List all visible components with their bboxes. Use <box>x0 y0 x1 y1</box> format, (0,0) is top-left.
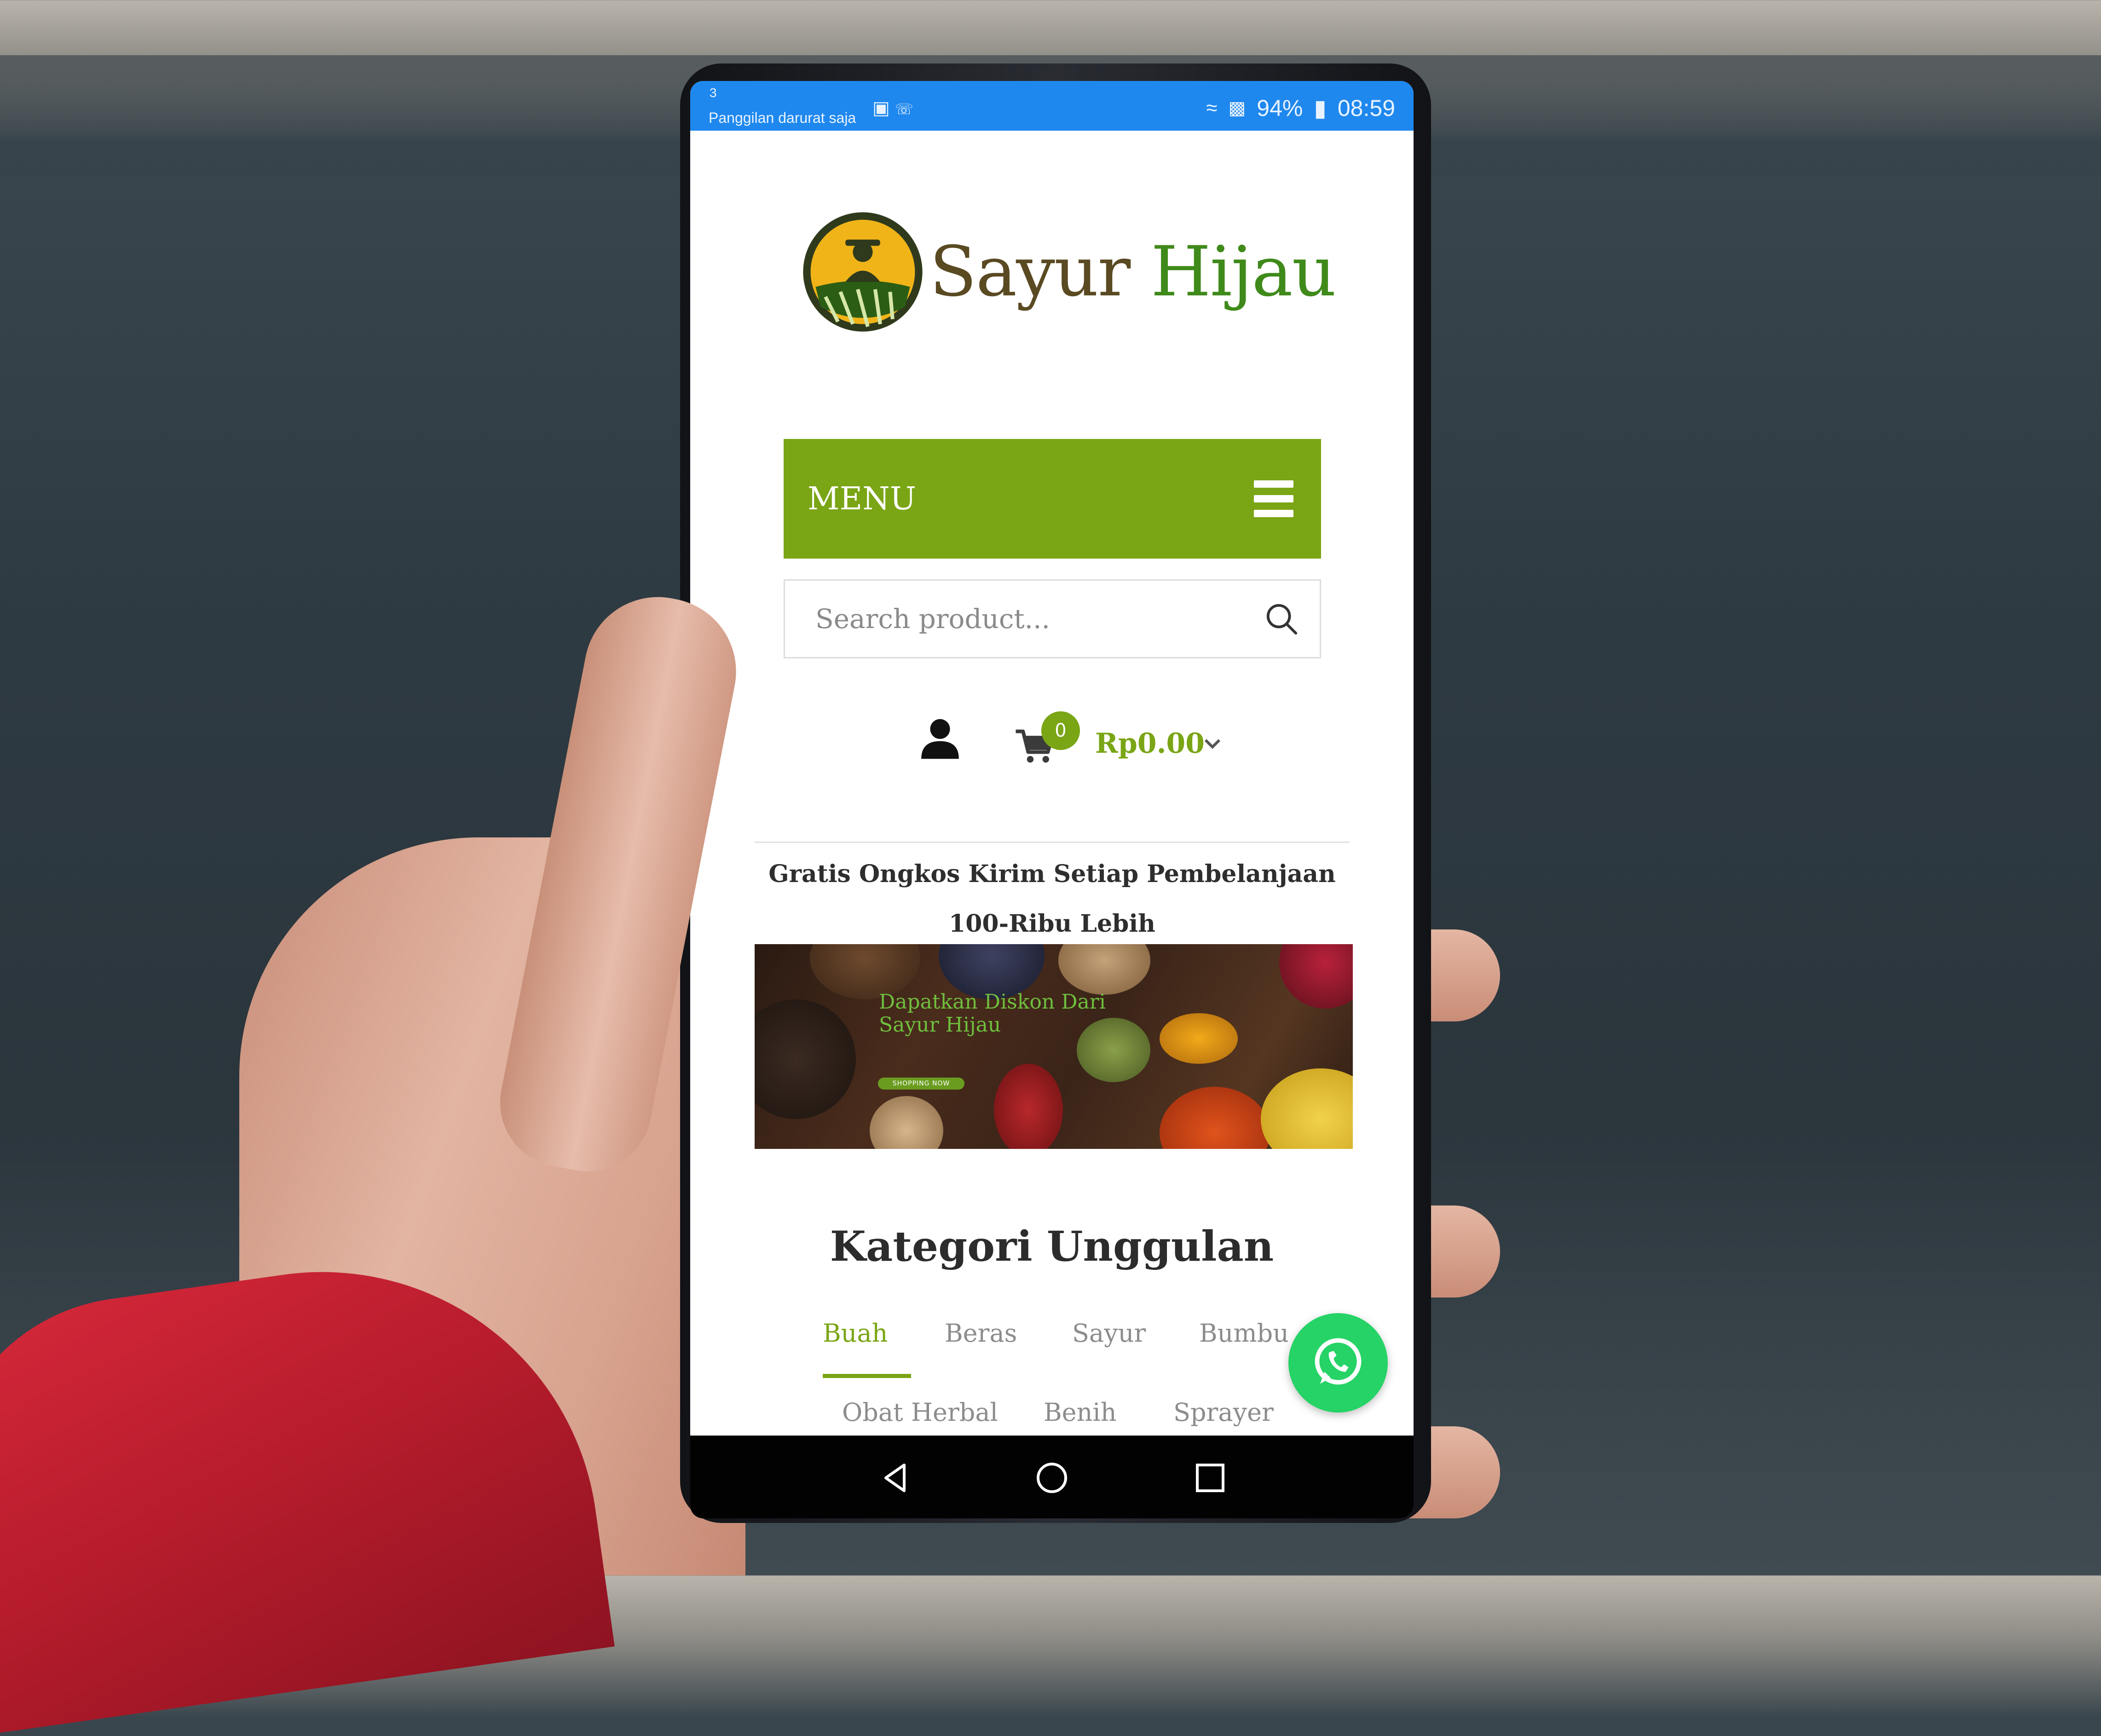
status-bar: 3 Panggilan darurat saja ▣ ☏ ≈ ▩ 94% ▮ 0… <box>690 81 1414 131</box>
user-icon[interactable] <box>918 716 962 762</box>
recents-icon[interactable] <box>1192 1459 1229 1496</box>
hamburger-icon <box>1254 480 1293 517</box>
laptop-icon: ▣ <box>872 98 890 118</box>
search-box[interactable]: Search product... <box>784 579 1321 658</box>
promo-text: Gratis Ongkos Kirim Setiap Pembelanjaan … <box>768 860 1336 938</box>
search-icon[interactable] <box>1264 601 1299 637</box>
carrier-text: Panggilan darurat saja <box>709 110 856 126</box>
call-icon: ☏ <box>895 101 913 117</box>
battery-icon: ▮ <box>1314 95 1327 121</box>
tab-sprayer[interactable]: Sprayer <box>1173 1398 1274 1427</box>
notification-icons: ▣ ☏ <box>872 98 913 119</box>
spice-bowl <box>1261 1068 1353 1149</box>
site-logo[interactable]: Sayur Hijau <box>801 210 1336 334</box>
banner-headline: Dapatkan Diskon Dari <box>879 990 1106 1014</box>
chevron-down-icon[interactable] <box>1201 732 1224 755</box>
tab-obat-herbal[interactable]: Obat Herbal <box>842 1398 998 1427</box>
cart-total[interactable]: Rp0.00 <box>1095 727 1205 760</box>
battery-percent: 94% <box>1257 95 1303 121</box>
promo-banner[interactable]: Dapatkan Diskon Dari Sayur Hijau SHOPPIN… <box>755 944 1353 1149</box>
farmer-badge-icon <box>803 212 923 332</box>
tab-benih[interactable]: Benih <box>1044 1398 1116 1427</box>
clock: 08:59 <box>1337 95 1395 121</box>
sim-indicator: 3 <box>710 86 717 100</box>
spice-bowl <box>1077 1018 1150 1082</box>
spice-bowl <box>1160 1013 1238 1064</box>
menu-label: MENU <box>808 480 917 517</box>
status-indicators: ≈ ▩ 94% ▮ 08:59 <box>1206 95 1395 121</box>
signal-icon: ▩ <box>1228 98 1246 118</box>
shopping-now-button[interactable]: SHOPPING NOW <box>878 1078 964 1090</box>
logo-text-primary: Sayur <box>929 232 1131 312</box>
spice-bowl <box>870 1096 943 1149</box>
logo-text-secondary: Hijau <box>1150 232 1336 312</box>
spice-bowl <box>1058 944 1150 995</box>
spice-bowl <box>1279 944 1353 1009</box>
phone-screen: 3 Panggilan darurat saja ▣ ☏ ≈ ▩ 94% ▮ 0… <box>690 81 1414 1518</box>
divider <box>755 842 1350 843</box>
tab-buah[interactable]: Buah <box>823 1319 888 1348</box>
wifi-icon: ≈ <box>1206 97 1218 119</box>
back-icon[interactable] <box>877 1459 913 1496</box>
whatsapp-button[interactable] <box>1288 1313 1388 1413</box>
tab-bumbu[interactable]: Bumbu <box>1199 1319 1289 1348</box>
menu-toggle[interactable]: MENU <box>784 439 1321 559</box>
tab-beras[interactable]: Beras <box>945 1319 1017 1348</box>
home-icon[interactable] <box>1033 1459 1070 1496</box>
whatsapp-icon <box>1315 1338 1362 1385</box>
search-input[interactable]: Search product... <box>815 603 1050 634</box>
cart-count-badge: 0 <box>1041 711 1080 750</box>
spice-bowl <box>1160 1087 1270 1149</box>
spice-bowl <box>755 999 856 1119</box>
spice-bowl <box>994 1064 1063 1149</box>
tab-sayur[interactable]: Sayur <box>1072 1319 1146 1348</box>
banner-subheadline: Sayur Hijau <box>879 1013 1001 1037</box>
system-nav-bar <box>690 1436 1414 1518</box>
section-title: Kategori Unggulan <box>830 1222 1274 1271</box>
active-tab-indicator <box>823 1374 911 1378</box>
